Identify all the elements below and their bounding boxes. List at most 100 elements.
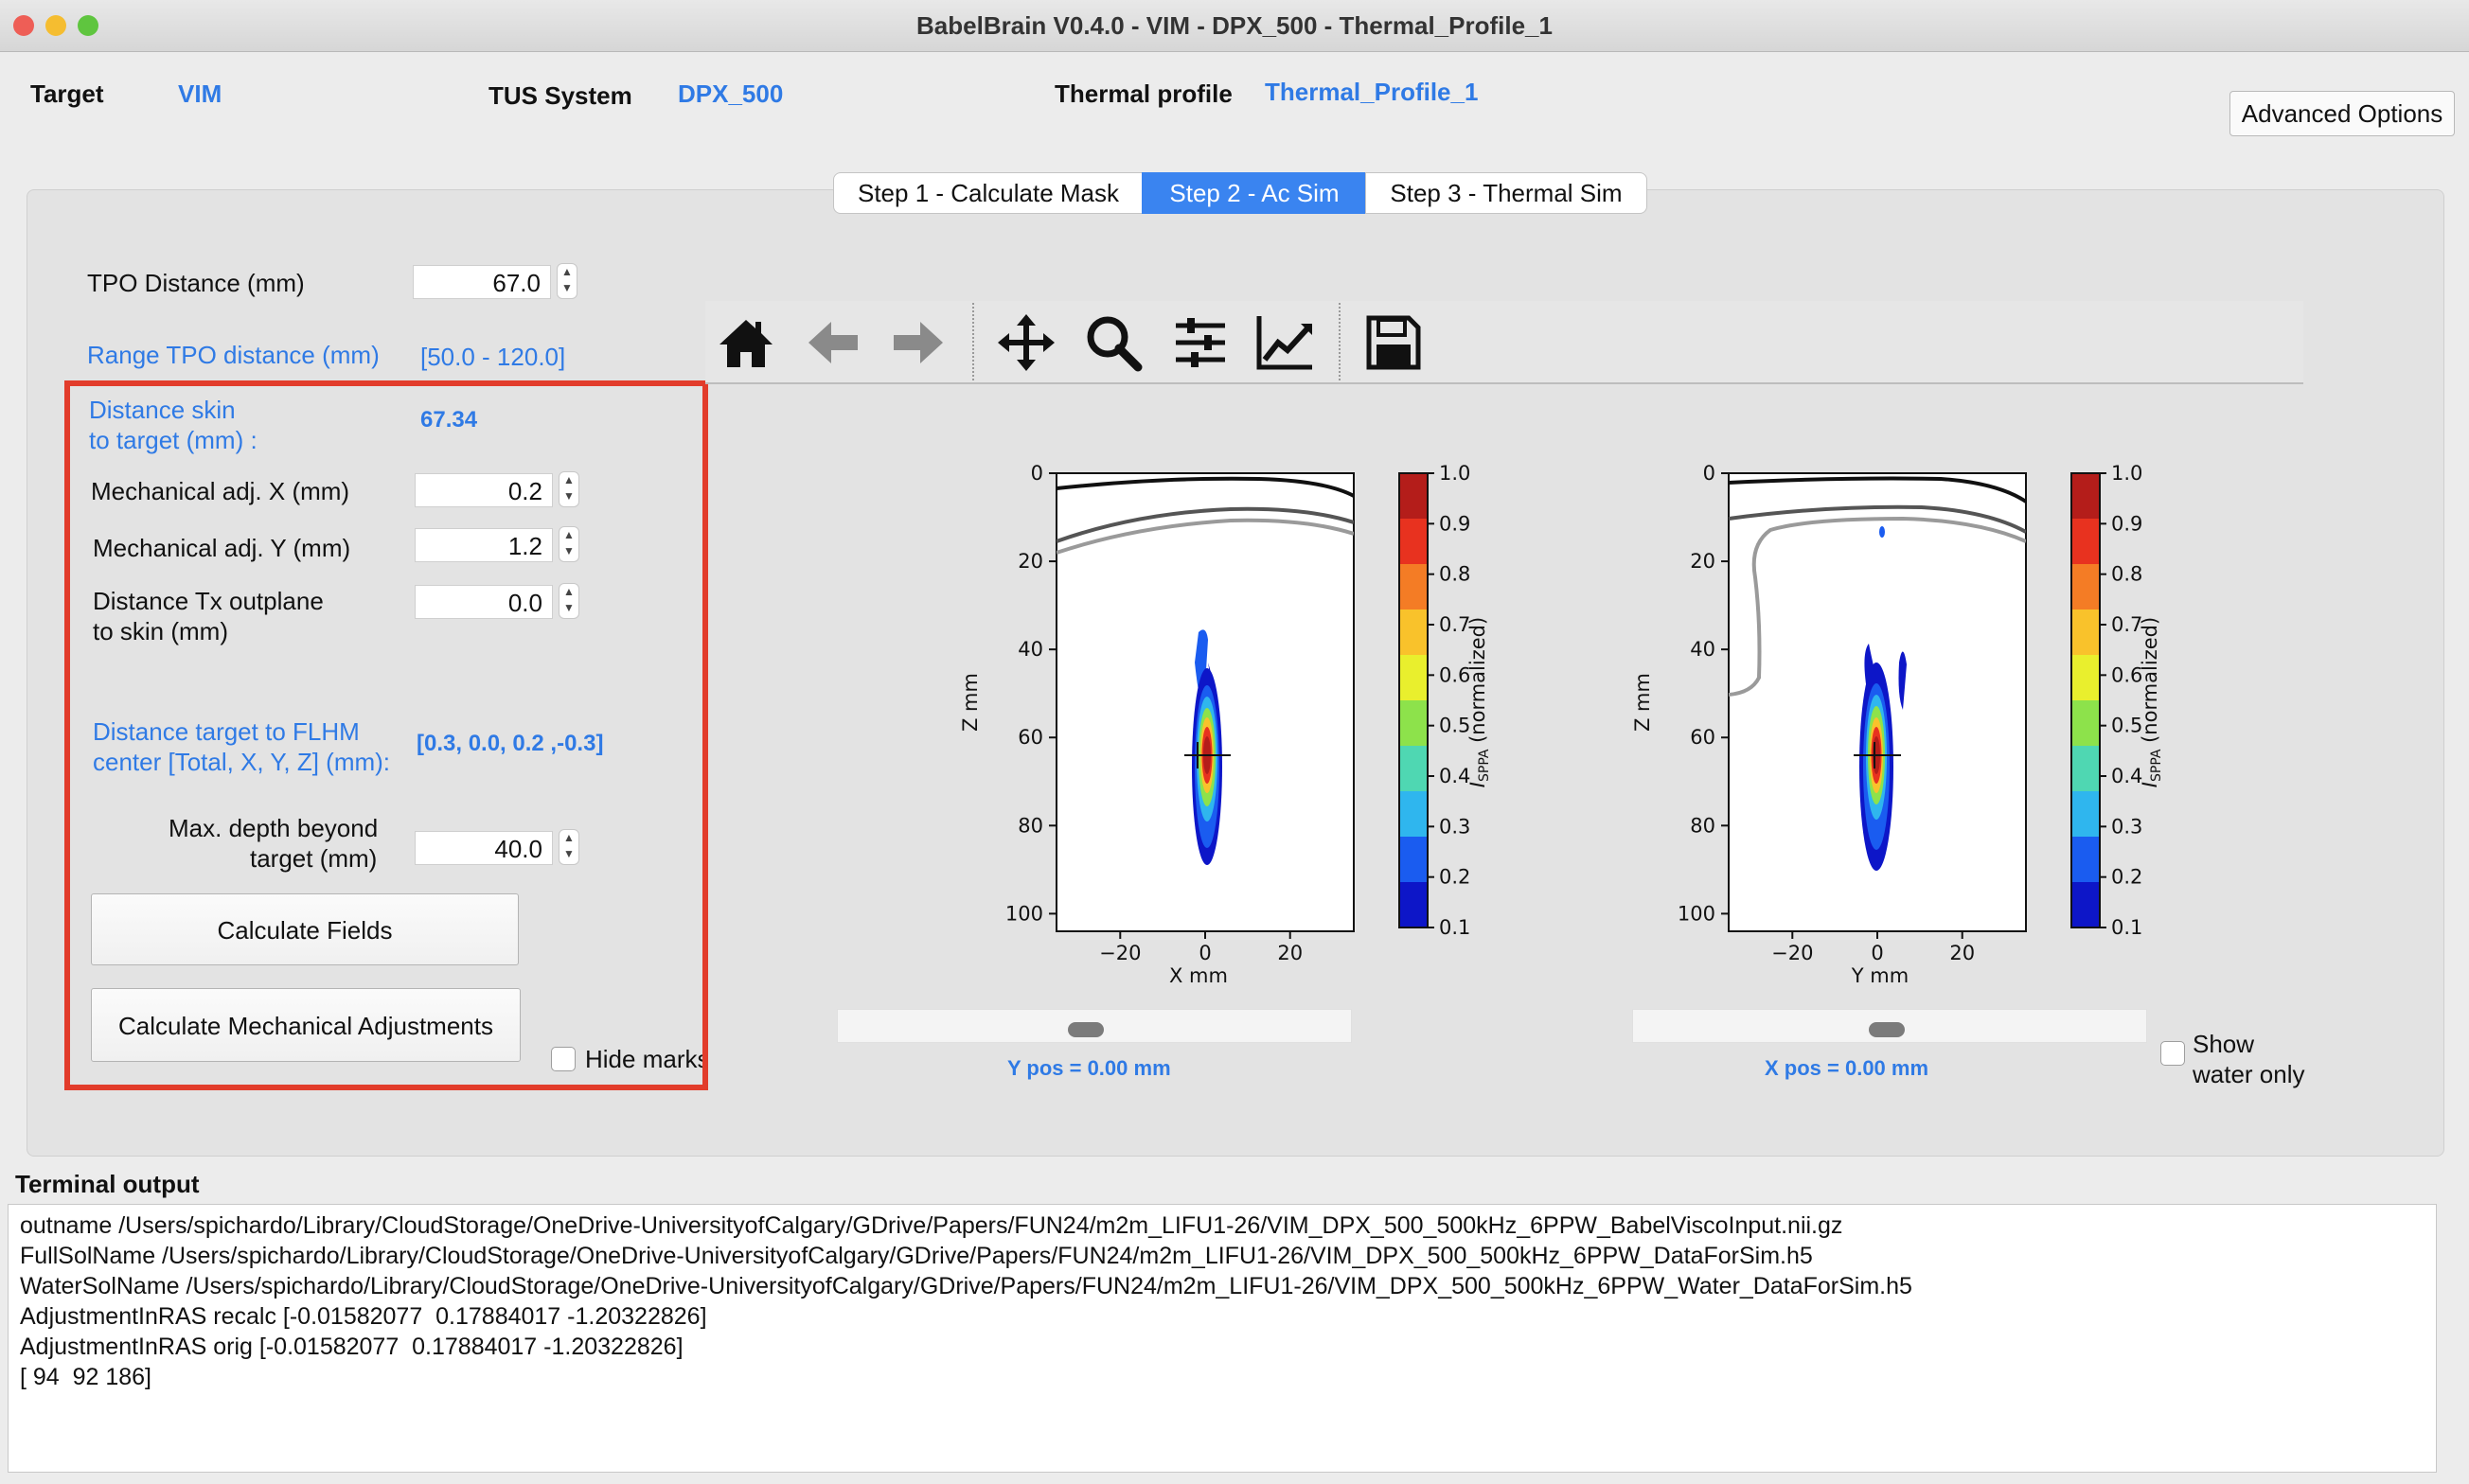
y-position-text: Y pos = 0.00 mm: [1007, 1056, 1171, 1080]
range-tpo-value: [50.0 - 120.0]: [420, 343, 566, 371]
advanced-options-button[interactable]: Advanced Options: [2229, 91, 2455, 136]
back-arrow-icon[interactable]: [803, 312, 863, 373]
mech-adj-y-stepper[interactable]: ▲ ▼: [559, 526, 579, 562]
tab-calculate-mask[interactable]: Step 1 - Calculate Mask: [833, 172, 1144, 214]
colorbar-tick-label: 0.3: [2111, 815, 2142, 838]
colorbar-tick-label: 0.2: [1439, 866, 1470, 889]
colorbar-tick-label: 0.1: [1439, 916, 1470, 939]
save-icon[interactable]: [1363, 312, 1424, 373]
hide-marks-checkbox[interactable]: [551, 1047, 576, 1071]
right-plot-x-ticks: −20 0 20: [1771, 931, 1975, 964]
y-tick-label: 40: [1690, 638, 1715, 661]
colorbar-segment: [1399, 791, 1428, 838]
left-plot-y-ticks: 0 20 40 60 80 100: [1005, 462, 1057, 925]
edit-axis-icon[interactable]: [1255, 312, 1316, 373]
max-depth-stepper[interactable]: ▲ ▼: [559, 829, 579, 865]
y-tick-label: 0: [1031, 462, 1043, 485]
colorbar-segment: [2071, 837, 2100, 883]
mech-adj-x-label: Mechanical adj. X (mm): [91, 477, 350, 505]
colorbar-segment: [2071, 473, 2100, 520]
left-plot-x-ticks: −20 0 20: [1099, 931, 1303, 964]
y-tick-label: 40: [1018, 638, 1043, 661]
y-tick-label: 20: [1018, 550, 1043, 573]
colorbar-segment: [2071, 882, 2100, 928]
y-tick-label: 60: [1018, 726, 1043, 749]
calculate-fields-button[interactable]: Calculate Fields: [91, 893, 519, 965]
outplane-field[interactable]: 0.0: [415, 585, 553, 619]
flhm-value: [0.3, 0.0, 0.2 ,-0.3]: [417, 731, 604, 756]
mech-adj-x-stepper[interactable]: ▲ ▼: [559, 471, 579, 507]
max-depth-label-line2: target (mm): [250, 844, 378, 873]
right-plot[interactable]: 0 20 40 60 80 100 −20 0 20 Y mm Z mm 1.0 0.9 0.8 0…: [1619, 454, 2187, 994]
colorbar-segment: [1399, 746, 1428, 792]
y-tick-label: 60: [1690, 726, 1715, 749]
y-tick-label: 100: [1678, 902, 1715, 925]
outplane-label-line1: Distance Tx outplane: [93, 587, 324, 615]
colorbar-segment: [1399, 882, 1428, 928]
zoom-icon[interactable]: [1083, 312, 1144, 373]
colorbar-segment: [2071, 746, 2100, 792]
toolbar-separator: [1339, 303, 1341, 380]
x-tick-label: 0: [1199, 942, 1211, 964]
colorbar-segment: [1399, 610, 1428, 656]
max-depth-label-line1: Max. depth beyond: [169, 814, 379, 842]
distance-skin-value: 67.34: [420, 407, 478, 433]
x-tick-label: 20: [1277, 942, 1303, 964]
left-plot-xlabel: X mm: [1169, 964, 1228, 987]
colorbar-tick-label: 0.1: [2111, 916, 2142, 939]
forward-arrow-icon[interactable]: [888, 312, 949, 373]
configure-subplots-icon[interactable]: [1170, 312, 1231, 373]
y-tick-label: 80: [1690, 814, 1715, 837]
colorbar-segment: [2071, 610, 2100, 656]
tpo-distance-stepper[interactable]: ▲ ▼: [557, 263, 577, 299]
colorbar-tick-label: 1.0: [2111, 462, 2142, 485]
y-position-slider-handle[interactable]: [1068, 1022, 1104, 1037]
left-plot[interactable]: 0 20 40 60 80 100 −20 0 20 X mm Z mm 1.0 0.9 0.8 0…: [947, 454, 1515, 994]
colorbar-segment: [2071, 519, 2100, 565]
x-tick-label: −20: [1099, 942, 1141, 964]
range-tpo-label: Range TPO distance (mm): [87, 341, 380, 369]
distance-skin-label-line1: Distance skin: [89, 396, 236, 424]
target-value: VIM: [178, 80, 222, 108]
x-position-slider-handle[interactable]: [1869, 1022, 1905, 1037]
colorbar-segment: [2071, 700, 2100, 747]
tab-thermal-sim[interactable]: Step 3 - Thermal Sim: [1365, 172, 1647, 214]
colorbar-segment: [1399, 837, 1428, 883]
colorbar-tick-label: 0.2: [2111, 866, 2142, 889]
show-water-only-checkbox[interactable]: [2160, 1041, 2185, 1066]
colorbar-tick-label: 0.8: [2111, 563, 2142, 586]
colorbar-segment: [1399, 564, 1428, 610]
mech-adj-x-field[interactable]: 0.2: [415, 473, 553, 507]
outplane-label-line2: to skin (mm): [93, 617, 228, 645]
colorbar-segment: [1399, 519, 1428, 565]
outplane-stepper[interactable]: ▲ ▼: [559, 583, 579, 619]
x-tick-label: 20: [1949, 942, 1975, 964]
distance-skin-label-line2: to target (mm) :: [89, 426, 258, 454]
tpo-distance-field[interactable]: 67.0: [413, 265, 551, 299]
colorbar-tick-label: 1.0: [1439, 462, 1470, 485]
tab-ac-sim[interactable]: Step 2 - Ac Sim: [1142, 172, 1367, 214]
pan-icon[interactable]: [996, 312, 1057, 373]
terminal-line: AdjustmentInRAS recalc [-0.01582077 0.17…: [20, 1303, 707, 1330]
x-tick-label: −20: [1771, 942, 1813, 964]
flhm-label-line1: Distance target to FLHM: [93, 717, 360, 746]
terminal-line: AdjustmentInRAS orig [-0.01582077 0.1788…: [20, 1334, 684, 1360]
y-tick-label: 0: [1703, 462, 1715, 485]
y-tick-label: 100: [1005, 902, 1043, 925]
colorbar-tick-label: 0.9: [2111, 512, 2142, 535]
terminal-output[interactable]: outname /Users/spichardo/Library/CloudSt…: [8, 1204, 2437, 1473]
colorbar-tick-label: 0.3: [1439, 815, 1470, 838]
home-icon[interactable]: [716, 312, 776, 373]
terminal-line: outname /Users/spichardo/Library/CloudSt…: [20, 1212, 1843, 1239]
terminal-output-label: Terminal output: [15, 1170, 200, 1198]
colorbar-segment: [2071, 564, 2100, 610]
left-plot-ylabel: Z mm: [959, 673, 982, 732]
toolbar-separator: [972, 303, 974, 380]
y-tick-label: 20: [1690, 550, 1715, 573]
calculate-mechanical-adjustments-button[interactable]: Calculate Mechanical Adjustments: [91, 988, 521, 1062]
max-depth-field[interactable]: 40.0: [415, 831, 553, 865]
mech-adj-y-field[interactable]: 1.2: [415, 528, 553, 562]
colorbar-segment: [2071, 791, 2100, 838]
show-water-only-label-line2: water only: [2193, 1060, 2305, 1088]
right-colorbar-label: ISPPA (normalized): [2139, 617, 2164, 787]
